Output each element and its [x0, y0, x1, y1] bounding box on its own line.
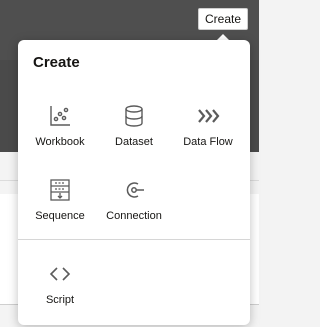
create-connection-item[interactable]: Connection: [98, 178, 170, 238]
popup-title: Create: [33, 54, 80, 71]
create-connection-label: Connection: [106, 210, 162, 222]
create-button-label: Create: [204, 12, 242, 26]
create-sequence-label: Sequence: [35, 210, 85, 222]
dataset-icon: [122, 104, 146, 128]
create-button[interactable]: Create: [198, 8, 248, 30]
connection-icon: [122, 178, 146, 202]
data-flow-icon: [196, 104, 220, 128]
create-popup: Create Workbook Dataset Data Flow Sequen…: [18, 40, 250, 325]
create-workbook-item[interactable]: Workbook: [24, 104, 96, 164]
script-icon: [48, 262, 72, 286]
create-sequence-item[interactable]: Sequence: [24, 178, 96, 238]
create-data-flow-item[interactable]: Data Flow: [172, 104, 244, 164]
create-data-flow-label: Data Flow: [183, 136, 233, 148]
create-dataset-item[interactable]: Dataset: [98, 104, 170, 164]
create-script-label: Script: [45, 294, 75, 306]
create-workbook-label: Workbook: [35, 136, 85, 148]
sequence-icon: [48, 178, 72, 202]
popup-divider: [18, 239, 250, 240]
workbook-icon: [48, 104, 72, 128]
create-script-item[interactable]: Script: [24, 262, 96, 322]
create-dataset-label: Dataset: [115, 136, 153, 148]
